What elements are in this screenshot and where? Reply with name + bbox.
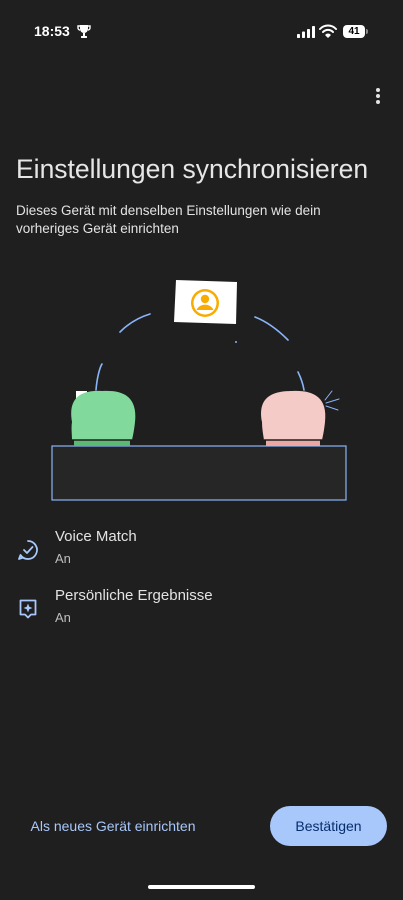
sparkle-lines xyxy=(324,390,340,411)
setting-status: An xyxy=(55,551,71,566)
table-surface xyxy=(51,445,347,501)
personal-results-sparkle-icon xyxy=(19,599,37,619)
setting-status: An xyxy=(55,610,71,625)
profile-card xyxy=(174,280,237,324)
page-title: Einstellungen synchronisieren xyxy=(16,154,369,184)
confirm-button[interactable]: Bestätigen xyxy=(270,806,387,846)
trophy-icon xyxy=(77,25,91,38)
connection-arc xyxy=(95,313,305,391)
battery-tip xyxy=(366,29,368,34)
setup-as-new-device-button[interactable]: Als neues Gerät einrichten xyxy=(20,808,206,844)
battery-level: 41 xyxy=(343,25,365,38)
setting-title: Voice Match xyxy=(55,528,137,545)
status-time: 18:53 xyxy=(34,23,70,39)
voice-match-check-icon xyxy=(18,540,38,560)
more-vert-icon xyxy=(376,88,380,104)
wifi-icon xyxy=(319,24,337,38)
more-options-button[interactable] xyxy=(364,82,392,110)
speaker-left xyxy=(71,390,136,446)
page-subtitle: Dieses Gerät mit denselben Einstellungen… xyxy=(16,203,321,236)
status-bar: 18:53 41 xyxy=(0,0,403,62)
speaker-right xyxy=(261,390,326,446)
sync-illustration xyxy=(51,280,347,501)
setting-voice-match: Voice Match An xyxy=(0,528,403,578)
cellular-signal-icon xyxy=(297,26,315,38)
home-indicator[interactable] xyxy=(148,885,255,889)
battery-indicator: 41 xyxy=(343,25,369,38)
setting-title: Persönliche Ergebnisse xyxy=(55,587,213,604)
setting-personal-results: Persönliche Ergebnisse An xyxy=(0,587,403,637)
